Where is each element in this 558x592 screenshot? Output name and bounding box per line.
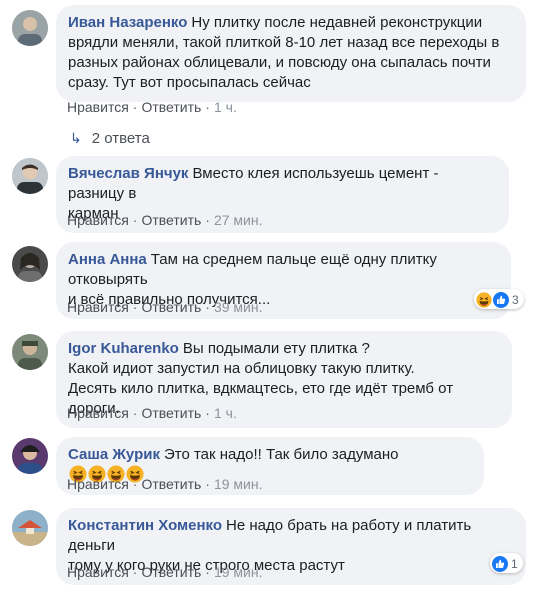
comment-timestamp[interactable]: 1 ч. — [214, 405, 237, 421]
replies-count-label: 2 ответа — [91, 130, 150, 147]
separator: · — [132, 212, 138, 228]
like-button[interactable]: Нравится — [67, 99, 129, 115]
reply-button[interactable]: Ответить — [141, 405, 201, 421]
separator: · — [132, 299, 138, 315]
separator: · — [205, 299, 210, 315]
reply-button[interactable]: Ответить — [141, 299, 201, 315]
comment-author[interactable]: Вячеслав Янчук — [68, 165, 188, 182]
separator: · — [132, 564, 138, 580]
comment-timestamp[interactable]: 19 мин. — [214, 476, 263, 492]
like-thumb-icon — [493, 292, 509, 308]
laughing-emoji-icon — [476, 292, 492, 308]
comment-author[interactable]: Igor Kuharenko — [68, 340, 179, 357]
reply-button[interactable]: Ответить — [141, 99, 201, 115]
comment-actions: Нравится · Ответить · 19 мин. — [67, 475, 263, 493]
separator: · — [132, 99, 138, 115]
like-button[interactable]: Нравится — [67, 405, 129, 421]
comment-text: Это так надо!! Так било задумано — [163, 446, 399, 463]
separator: · — [205, 564, 210, 580]
separator: · — [205, 476, 210, 492]
comment-author[interactable]: Анна Анна — [68, 251, 147, 268]
comment-actions: Нравится · Ответить · 39 мин. — [67, 298, 263, 316]
separator: · — [132, 405, 138, 421]
reply-button[interactable]: Ответить — [141, 476, 201, 492]
comment-actions: Нравится · Ответить · 1 ч. — [67, 404, 237, 422]
avatar[interactable] — [12, 246, 48, 282]
separator: · — [132, 476, 138, 492]
avatar[interactable] — [12, 158, 48, 194]
avatar[interactable] — [12, 510, 48, 546]
reaction-summary[interactable]: 1 — [490, 553, 523, 573]
avatar[interactable] — [12, 334, 48, 370]
avatar[interactable] — [12, 10, 48, 46]
reply-button[interactable]: Ответить — [141, 212, 201, 228]
comment-actions: Нравится · Ответить · 27 мин. — [67, 211, 263, 229]
separator: · — [205, 99, 210, 115]
reply-button[interactable]: Ответить — [141, 564, 201, 580]
separator: · — [205, 405, 210, 421]
reply-arrow-icon: ↳ — [70, 130, 82, 146]
comment-actions: Нравится · Ответить · 19 мин. — [67, 563, 263, 581]
reaction-count: 1 — [511, 556, 518, 571]
comment-author[interactable]: Саша Журик — [68, 446, 160, 463]
comment-timestamp[interactable]: 27 мин. — [214, 212, 263, 228]
comment-author[interactable]: Иван Назаренко — [68, 14, 187, 31]
comment-bubble: Иван Назаренко Ну плитку после недавней р… — [56, 5, 526, 102]
comment-timestamp[interactable]: 39 мин. — [214, 299, 263, 315]
reaction-count: 3 — [512, 292, 519, 307]
comment-actions: Нравится · Ответить · 1 ч. — [67, 98, 237, 116]
reaction-summary[interactable]: 3 — [474, 289, 524, 309]
like-button[interactable]: Нравится — [67, 212, 129, 228]
separator: · — [205, 212, 210, 228]
comment-author[interactable]: Константин Хоменко — [68, 517, 222, 534]
like-button[interactable]: Нравится — [67, 299, 129, 315]
view-replies-link[interactable]: ↳ 2 ответа — [70, 128, 150, 148]
comment-timestamp[interactable]: 19 мин. — [214, 564, 263, 580]
like-thumb-icon — [492, 556, 508, 572]
like-button[interactable]: Нравится — [67, 476, 129, 492]
comment-timestamp[interactable]: 1 ч. — [214, 99, 237, 115]
like-button[interactable]: Нравится — [67, 564, 129, 580]
avatar[interactable] — [12, 438, 48, 474]
